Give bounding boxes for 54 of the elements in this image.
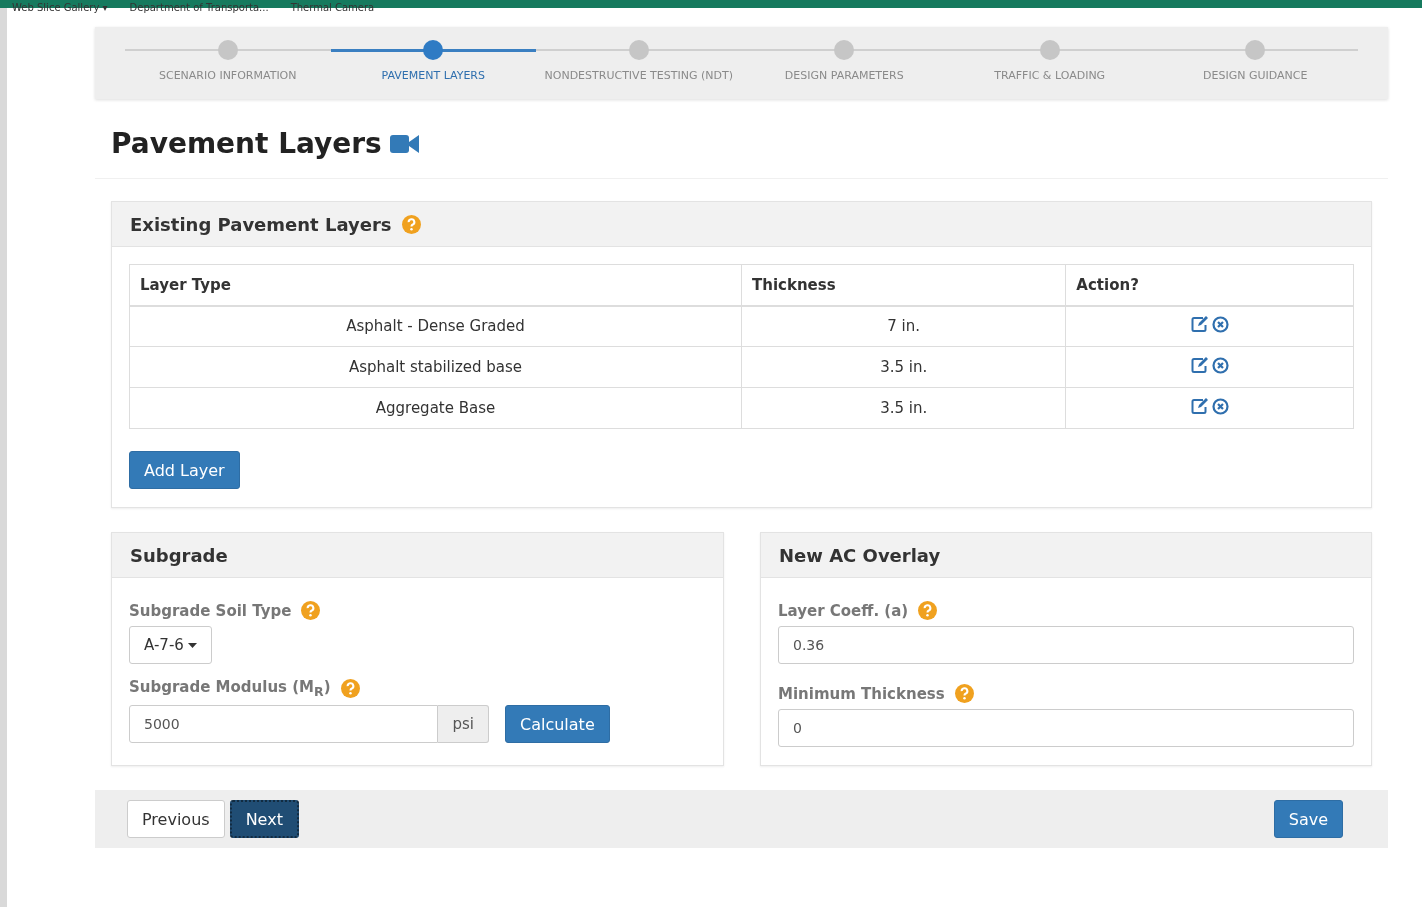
table-cell: 3.5 in. [741,346,1066,388]
soil-type-dropdown[interactable]: A-7-6 [129,626,212,664]
table-cell: Aggregate Base [129,387,742,429]
save-button[interactable]: Save [1273,800,1343,838]
edit-icon[interactable] [1190,356,1208,374]
next-button[interactable]: Next [229,800,299,838]
panel-title: Existing Pavement Layers [130,213,392,235]
field-label: Layer Coeff. (a) [778,601,909,620]
table-cell: 7 in. [741,305,1066,347]
modulus-input[interactable]: 5000 [129,705,439,743]
caret-icon [187,642,197,648]
min-thickness-input[interactable]: 0 [778,709,1354,747]
help-icon[interactable] [954,684,974,703]
column-header: Layer Type [129,264,742,306]
step-dot[interactable] [834,40,855,60]
field-label: Minimum Thickness [778,684,945,703]
step-label[interactable]: DESIGN GUIDANCE [1203,69,1308,82]
step-label[interactable]: NONDESTRUCTIVE TESTING (NDT) [544,69,733,82]
add-layer-button[interactable]: Add Layer [129,451,240,489]
help-icon[interactable] [301,601,321,620]
step-label[interactable]: DESIGN PARAMETERS [784,69,904,82]
field-label: Subgrade Modulus (M$_{R}$) [129,678,331,699]
step-dot[interactable] [1039,40,1060,60]
column-header: Thickness [741,264,1066,306]
page-title: Pavement Layers [111,127,382,160]
table-cell: Asphalt stabilized base [129,346,742,388]
delete-icon[interactable] [1211,397,1229,415]
unit-label: psi [438,705,489,743]
table-cell: Asphalt - Dense Graded [129,305,742,347]
column-header: Action? [1065,264,1354,306]
help-icon[interactable] [401,214,421,234]
step-dot[interactable] [423,40,444,60]
delete-icon[interactable] [1211,315,1229,333]
edit-icon[interactable] [1190,397,1208,415]
layer-coeff-input[interactable]: 0.36 [778,626,1354,664]
step-dot[interactable] [1245,40,1266,60]
edit-icon[interactable] [1190,315,1208,333]
step-label[interactable]: TRAFFIC & LOADING [994,69,1106,82]
step-dot[interactable] [217,40,238,60]
panel-title: Subgrade [130,544,228,566]
favorites-link[interactable]: Department of Transporta... [129,2,269,14]
delete-icon[interactable] [1211,356,1229,374]
favorites-link[interactable]: Thermal Camera [290,2,375,14]
step-dot[interactable] [628,40,649,60]
video-camera-icon[interactable] [389,133,420,154]
field-label: Subgrade Soil Type [129,601,292,620]
help-icon[interactable] [918,601,938,620]
step-label[interactable]: SCENARIO INFORMATION [159,69,297,82]
table-cell: 3.5 in. [741,387,1066,429]
previous-button[interactable]: Previous [127,800,225,838]
step-label[interactable]: PAVEMENT LAYERS [381,69,485,82]
calculate-button[interactable]: Calculate [505,705,610,743]
panel-title: New AC Overlay [779,544,941,566]
help-icon[interactable] [340,679,360,698]
